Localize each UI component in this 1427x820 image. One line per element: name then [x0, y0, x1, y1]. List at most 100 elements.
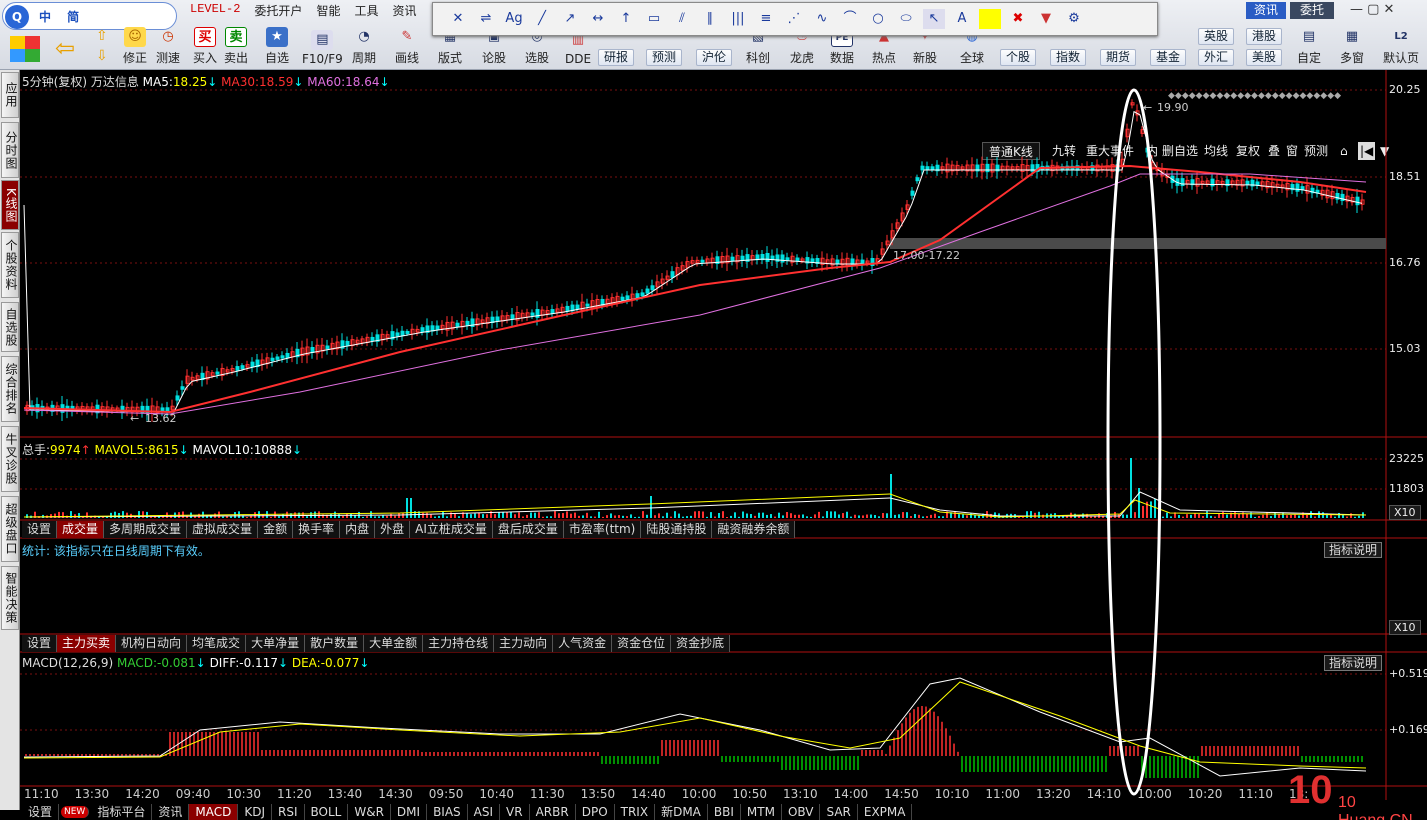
indicator-tab-platform[interactable]: 指标平台 [91, 804, 153, 820]
stat-tab[interactable]: 主力动向 [494, 635, 554, 652]
volume-tab[interactable]: 换手率 [293, 521, 341, 538]
indicator-tab-sar[interactable]: SAR [820, 804, 858, 820]
volume-tab[interactable]: 外盘 [375, 521, 411, 538]
indicator-tab-wr[interactable]: W&R [348, 804, 391, 820]
time-axis-label: 13:20 [1036, 787, 1071, 801]
indicator-tab-asi[interactable]: ASI [468, 804, 501, 820]
indicator-tab-newdma[interactable]: 新DMA [655, 804, 708, 820]
volume-bar [1258, 515, 1260, 518]
indicator-tab-dpo[interactable]: DPO [576, 804, 615, 820]
indicator-tab-arbr[interactable]: ARBR [530, 804, 576, 820]
volume-bar [1254, 516, 1256, 518]
volume-bar [686, 516, 688, 518]
volume-tab[interactable]: 多周期成交量 [104, 521, 188, 538]
volume-bar [1186, 514, 1188, 518]
stat-tab[interactable]: 大单金额 [364, 635, 424, 652]
volume-bar [1334, 516, 1336, 518]
volume-tab[interactable]: 市盈率(ttm) [563, 521, 642, 538]
volume-bar [574, 512, 576, 518]
indicator-tab-dmi[interactable]: DMI [391, 804, 428, 820]
candle [455, 322, 460, 327]
volume-bar [870, 514, 872, 518]
volume-tab[interactable]: 盘后成交量 [492, 521, 564, 538]
volume-bar [726, 516, 728, 518]
volume-bar [566, 511, 568, 518]
volume-bar [386, 515, 388, 518]
volume-bar [634, 516, 636, 518]
volume-bar [1182, 516, 1184, 518]
volume-bar [842, 513, 844, 518]
volume-tab[interactable]: 设置 [22, 521, 58, 538]
volume-bar [1170, 516, 1172, 518]
indicator-tab-bbi[interactable]: BBI [708, 804, 741, 820]
volume-tab[interactable]: 内盘 [340, 521, 376, 538]
indicator-tabs: 设置 NEW 指标平台 资讯 MACD KDJ RSI BOLL W&R DMI… [22, 804, 913, 820]
stat-tab[interactable]: 大单净量 [246, 635, 306, 652]
volume-bar [550, 516, 552, 518]
candle [395, 332, 400, 337]
stat-tab[interactable]: 资金抄底 [671, 635, 731, 652]
volume-tab[interactable]: 陆股通持股 [641, 521, 713, 538]
candle [985, 163, 990, 173]
volume-bar [470, 514, 472, 518]
stat-tab[interactable]: 均笔成交 [187, 635, 247, 652]
volume-bar [498, 512, 500, 518]
volume-tab[interactable]: 虚拟成交量 [187, 521, 259, 538]
indicator-tab-obv[interactable]: OBV [782, 804, 821, 820]
indicator-tab-kdj[interactable]: KDJ [238, 804, 273, 820]
volume-bar [774, 516, 776, 518]
indicator-tab-trix[interactable]: TRIX [615, 804, 656, 820]
volume-bar [434, 516, 436, 518]
volume-bar [1090, 516, 1092, 518]
time-axis-label: 09:50 [428, 787, 464, 801]
volume-tab[interactable]: AI立桩成交量 [410, 521, 493, 538]
stat-tab[interactable]: 人气资金 [553, 635, 613, 652]
stat-tab[interactable]: 设置 [22, 635, 58, 652]
indicator-tab-vr[interactable]: VR [500, 804, 530, 820]
indicator-tab-mtm[interactable]: MTM [741, 804, 782, 820]
indicator-tab-settings[interactable]: 设置 [22, 804, 60, 820]
indicator-tab-rsi[interactable]: RSI [272, 804, 305, 820]
indicator-tab-boll[interactable]: BOLL [305, 804, 349, 820]
volume-bar [454, 514, 456, 518]
macd-explain-button[interactable]: 指标说明 [1324, 655, 1382, 671]
volume-bar [354, 515, 356, 518]
stat-tab[interactable]: 主力买卖 [57, 635, 117, 652]
volume-tab[interactable]: 成交量 [57, 521, 105, 538]
indicator-tab-macd[interactable]: MACD [189, 804, 239, 820]
candle [640, 292, 645, 297]
volume-bar [682, 516, 684, 518]
volume-bar [626, 516, 628, 518]
volume-bar [1294, 514, 1296, 518]
volume-bar [1150, 501, 1152, 518]
volume-bar [1350, 513, 1352, 518]
volume-bar [610, 513, 612, 518]
stat-tab[interactable]: 资金仓位 [612, 635, 672, 652]
indicator-tab-bias[interactable]: BIAS [427, 804, 468, 820]
stat-explain-button[interactable]: 指标说明 [1324, 542, 1382, 558]
candle [235, 366, 240, 371]
volume-bar [862, 515, 864, 518]
volume-bar [730, 515, 732, 518]
indicator-tab-expma[interactable]: EXPMA [858, 804, 913, 820]
volume-bar [606, 515, 608, 518]
indicator-tab-news[interactable]: 资讯 [152, 804, 190, 820]
watermark-logo: 10 10 Huang.CN [1288, 766, 1424, 820]
volume-tab[interactable]: 融资融券余额 [712, 521, 796, 538]
stat-tab[interactable]: 主力持仓线 [423, 635, 495, 652]
volume-bar [834, 511, 836, 518]
volume-bar [270, 516, 272, 518]
volume-bar [690, 515, 692, 518]
stat-tab[interactable]: 机构日动向 [116, 635, 188, 652]
candle [420, 327, 425, 333]
volume-bar [1122, 514, 1124, 518]
volume-bar [1286, 515, 1288, 518]
candle [780, 254, 785, 263]
volume-tab[interactable]: 金额 [258, 521, 294, 538]
stat-tab[interactable]: 散户数量 [305, 635, 365, 652]
volume-bar [1198, 513, 1200, 518]
volume-bar [858, 515, 860, 518]
volume-bar [494, 514, 496, 518]
volume-bar [1126, 514, 1128, 518]
volume-bar [110, 512, 112, 518]
